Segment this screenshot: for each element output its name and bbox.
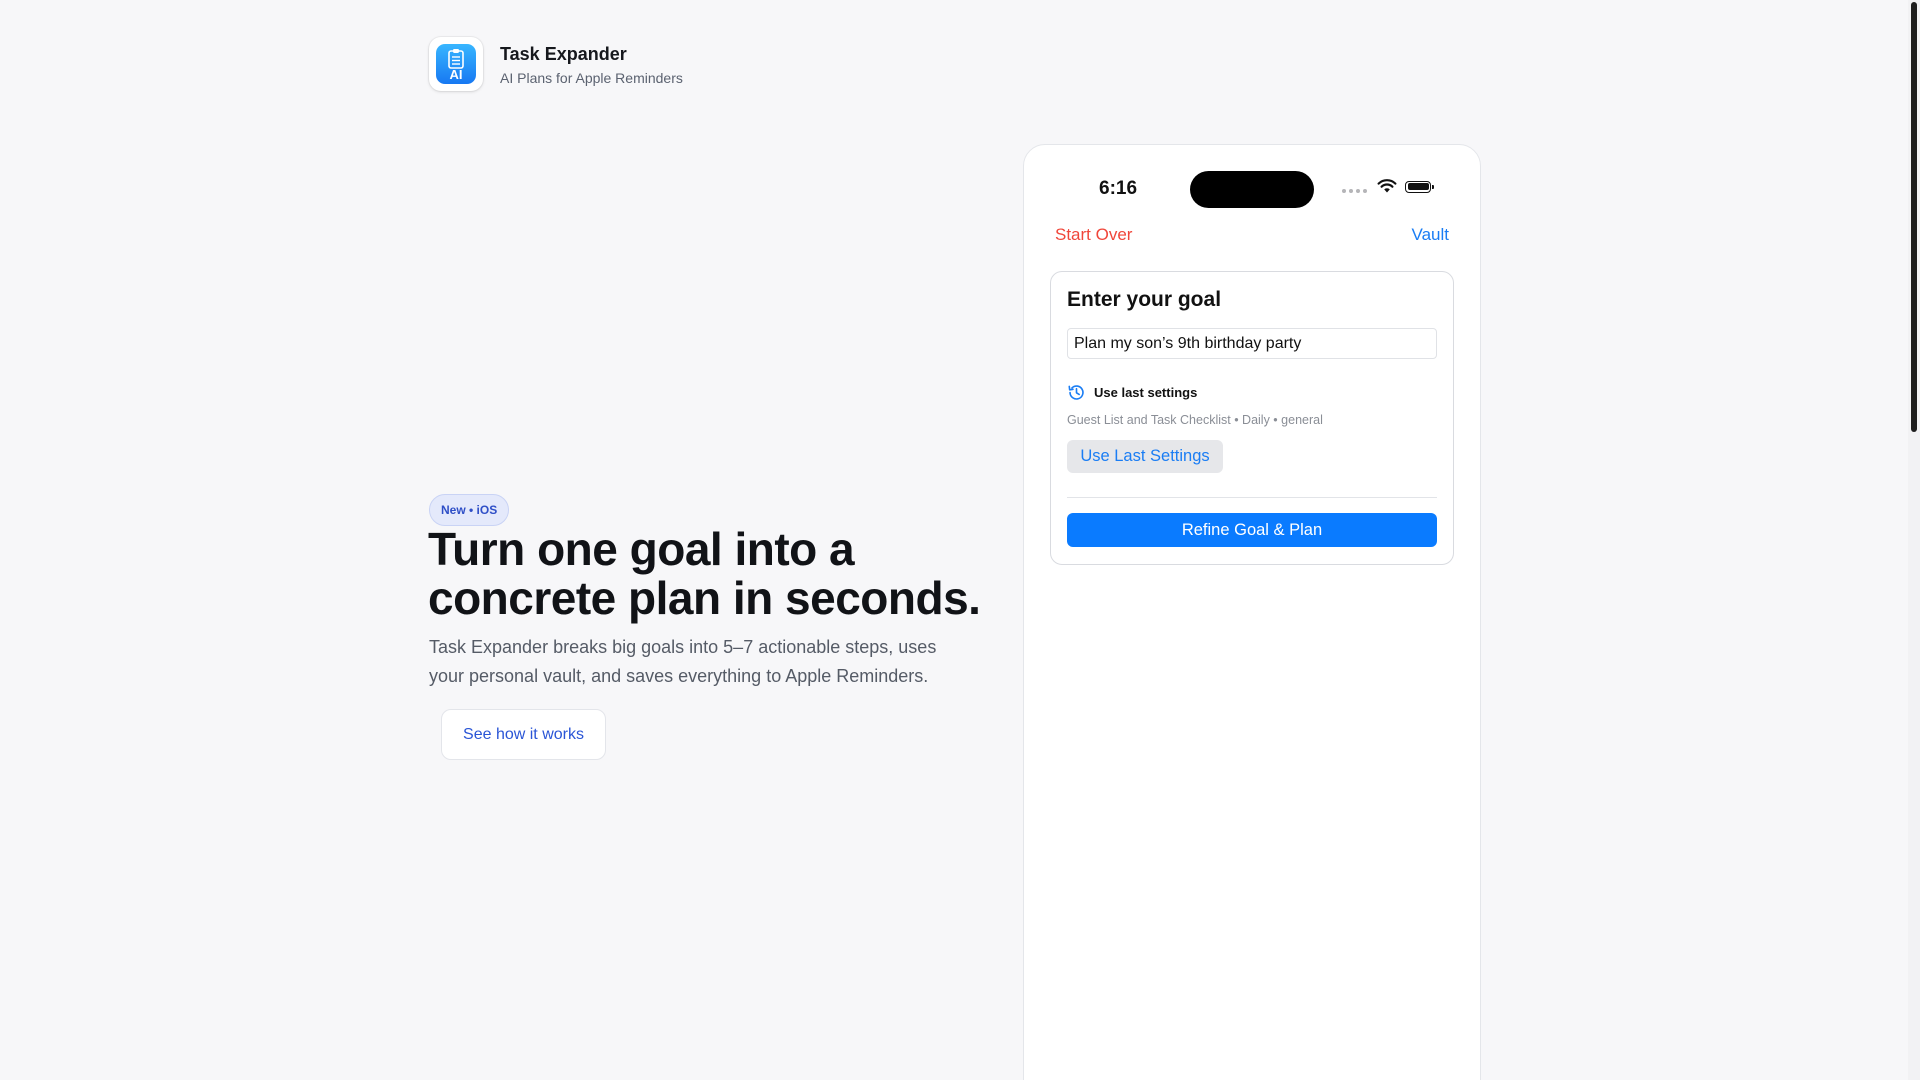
status-icons: [1342, 179, 1434, 194]
scrollbar-thumb[interactable]: [1911, 2, 1917, 432]
brand-text: Task Expander AI Plans for Apple Reminde…: [500, 43, 683, 86]
hero-title-line2: concrete plan in seconds.: [428, 572, 981, 624]
wifi-icon: [1377, 179, 1397, 193]
dynamic-island: [1190, 171, 1314, 208]
see-how-it-works-button[interactable]: See how it works: [441, 709, 606, 760]
brand-title: Task Expander: [500, 43, 627, 64]
page-scrollbar[interactable]: [1908, 0, 1920, 1080]
platform-badge: New • iOS: [429, 494, 510, 526]
landing-page: AI Task Expander AI Plans for Apple Remi…: [0, 0, 1920, 1080]
app-icon[interactable]: AI: [429, 37, 483, 91]
signal-icon: [1342, 188, 1367, 193]
app-icon-ai-text: AI: [449, 67, 463, 82]
start-over-button[interactable]: Start Over: [1055, 225, 1132, 245]
use-last-settings-label: Use last settings: [1094, 385, 1198, 400]
refine-goal-plan-button[interactable]: Refine Goal & Plan: [1067, 513, 1437, 547]
goal-card: Enter your goal Use last settings Guest …: [1050, 271, 1454, 565]
battery-icon: [1405, 180, 1434, 193]
hero-title-line1: Turn one goal into a: [428, 523, 855, 575]
goal-card-title: Enter your goal: [1067, 288, 1222, 311]
checklist-ai-app-icon: AI: [436, 44, 476, 84]
settings-summary: Guest List and Task Checklist • Daily • …: [1067, 413, 1323, 427]
phone-mockup: 6:16 Start Over Vault Enter your goal Pl…: [1023, 144, 1481, 1080]
use-last-settings-row[interactable]: Use last settings: [1067, 383, 1197, 402]
card-divider: [1067, 497, 1437, 498]
history-icon: [1068, 385, 1084, 400]
brand-subtitle: AI Plans for Apple Reminders: [500, 69, 683, 86]
goal-input[interactable]: [1067, 328, 1437, 359]
use-last-settings-button[interactable]: Use Last Settings: [1067, 440, 1223, 473]
status-time: 6:16: [1099, 178, 1138, 199]
vault-button[interactable]: Vault: [1412, 225, 1450, 245]
hero-description-line1: Task Expander breaks big goals into 5–7 …: [429, 637, 937, 657]
hero-title: Turn one goal into a concrete plan in se…: [428, 525, 1028, 623]
hero-description: Task Expander breaks big goals into 5–7 …: [429, 633, 999, 691]
hero-description-line2: your personal vault, and saves everythin…: [429, 666, 929, 686]
brand-header[interactable]: AI Task Expander AI Plans for Apple Remi…: [429, 37, 683, 91]
